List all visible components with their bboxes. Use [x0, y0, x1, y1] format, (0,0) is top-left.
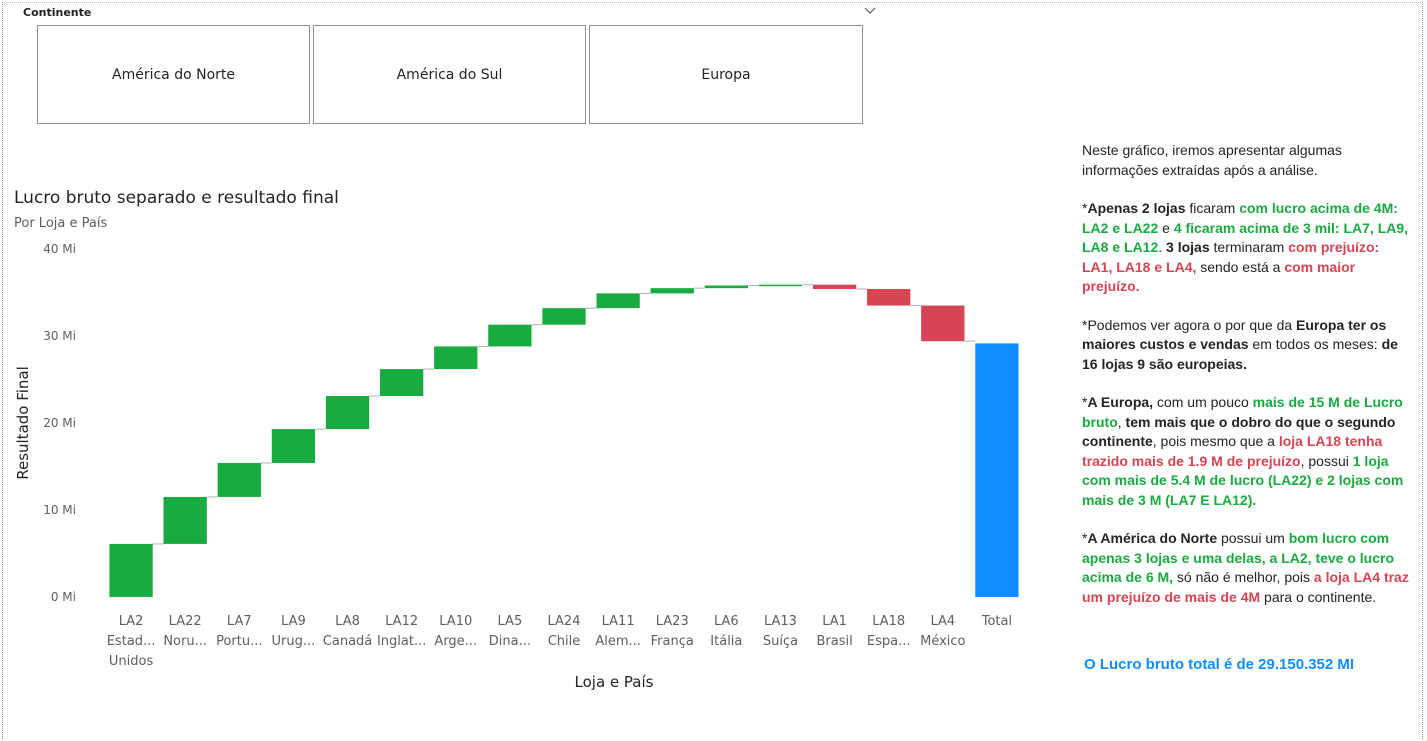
x-tick-country: Itália — [710, 634, 742, 649]
slicer-header: Continente — [23, 6, 92, 19]
bar-la8 — [325, 396, 370, 430]
bar-la13 — [758, 284, 803, 287]
bar-la1 — [812, 284, 857, 290]
bar-la6 — [704, 285, 748, 289]
x-tick-store: LA22 — [169, 614, 202, 629]
bar-la4 — [921, 305, 965, 342]
y-tick-label: 20 Mi — [43, 416, 76, 430]
bar-la18 — [867, 289, 911, 306]
x-tick-country: Alem... — [595, 634, 641, 649]
x-tick-store: LA11 — [602, 614, 635, 629]
bar-la7 — [217, 463, 261, 497]
x-tick-store: LA10 — [439, 614, 472, 629]
x-tick-country: Dina... — [489, 634, 531, 649]
bar-la23 — [650, 288, 694, 294]
bar-la2 — [109, 543, 153, 597]
y-tick-label: 10 Mi — [43, 503, 76, 517]
y-tick-label: 0 Mi — [51, 590, 76, 604]
slicer-option-label: América do Norte — [112, 66, 235, 83]
x-tick-store: LA4 — [930, 614, 955, 629]
bar-la9 — [271, 429, 316, 464]
x-tick-country: Estad... — [107, 634, 156, 649]
x-tick-country: Arge... — [434, 634, 477, 649]
x-tick-store: LA23 — [656, 614, 689, 629]
bar-total — [975, 343, 1019, 597]
slicer-option-america-do-sul[interactable]: América do Sul — [313, 25, 586, 124]
y-tick-label: 40 Mi — [43, 242, 76, 256]
x-tick-country: Chile — [548, 634, 581, 649]
x-tick-store: LA13 — [764, 614, 797, 629]
slicer-option-label: Europa — [701, 66, 751, 83]
total-profit-summary: O Lucro bruto total é de 29.150.352 MI — [1084, 656, 1355, 673]
x-tick-country: Urug... — [272, 634, 316, 649]
x-tick-store: LA9 — [281, 614, 306, 629]
x-tick-country: Inglat... — [377, 634, 426, 649]
x-tick-country: México — [920, 634, 965, 649]
chart-title: Lucro bruto separado e resultado final — [14, 188, 339, 208]
insight-europe-profit-paragraph: *A Europa, com um pouco mais de 15 M de … — [1082, 394, 1404, 508]
x-tick-country: Unidos — [109, 654, 154, 669]
x-tick-store: LA6 — [714, 614, 739, 629]
x-tick-country: Canadá — [323, 634, 372, 649]
slicer-option-europa[interactable]: Europa — [589, 25, 863, 124]
bar-la12 — [380, 369, 424, 397]
slicer-option-america-do-norte[interactable]: América do Norte — [37, 25, 310, 124]
y-axis-title: Resultado Final — [14, 366, 32, 480]
y-tick-label: 30 Mi — [43, 329, 76, 343]
x-tick-store: LA12 — [385, 614, 418, 629]
x-tick-country: Suíça — [763, 634, 798, 649]
x-tick-country: Noru... — [163, 634, 207, 649]
insight-europe-costs-paragraph: *Podemos ver agora o por que da Europa t… — [1082, 316, 1398, 372]
slicer-option-label: América do Sul — [396, 66, 503, 83]
insights-panel: Neste gráfico, iremos apresentar algumas… — [1082, 141, 1412, 626]
bar-la11 — [596, 293, 640, 309]
bar-la5 — [488, 324, 532, 347]
x-tick-total: Total — [981, 614, 1012, 629]
insight-north-america-paragraph: *A América do Norte possui um bom lucro … — [1082, 530, 1409, 605]
waterfall-chart[interactable]: 0 Mi 10 Mi 20 Mi 30 Mi 40 Mi Resultado Final L… — [0, 235, 1040, 695]
x-tick-store: LA8 — [335, 614, 360, 629]
x-tick-country: Espa... — [867, 634, 911, 649]
x-tick-store: LA5 — [498, 614, 523, 629]
bar-la22 — [163, 496, 207, 544]
chart-subtitle: Por Loja e País — [14, 216, 108, 231]
x-tick-store: LA24 — [548, 614, 581, 629]
x-axis-title: Loja e País — [575, 673, 654, 691]
x-tick-country: Portu... — [216, 634, 262, 649]
x-tick-country: Brasil — [816, 634, 852, 649]
chevron-down-icon[interactable] — [863, 4, 877, 18]
x-tick-store: LA7 — [227, 614, 252, 629]
insight-stores-paragraph: *Apenas 2 lojas ficaram com lucro acima … — [1082, 200, 1409, 294]
intro-paragraph: Neste gráfico, iremos apresentar algumas… — [1082, 142, 1342, 178]
bar-la24 — [542, 308, 586, 325]
x-tick-store: LA18 — [872, 614, 905, 629]
x-tick-country: França — [651, 634, 694, 649]
bar-la10 — [434, 346, 478, 370]
x-tick-store: LA1 — [822, 614, 847, 629]
x-tick-store: LA2 — [119, 614, 144, 629]
